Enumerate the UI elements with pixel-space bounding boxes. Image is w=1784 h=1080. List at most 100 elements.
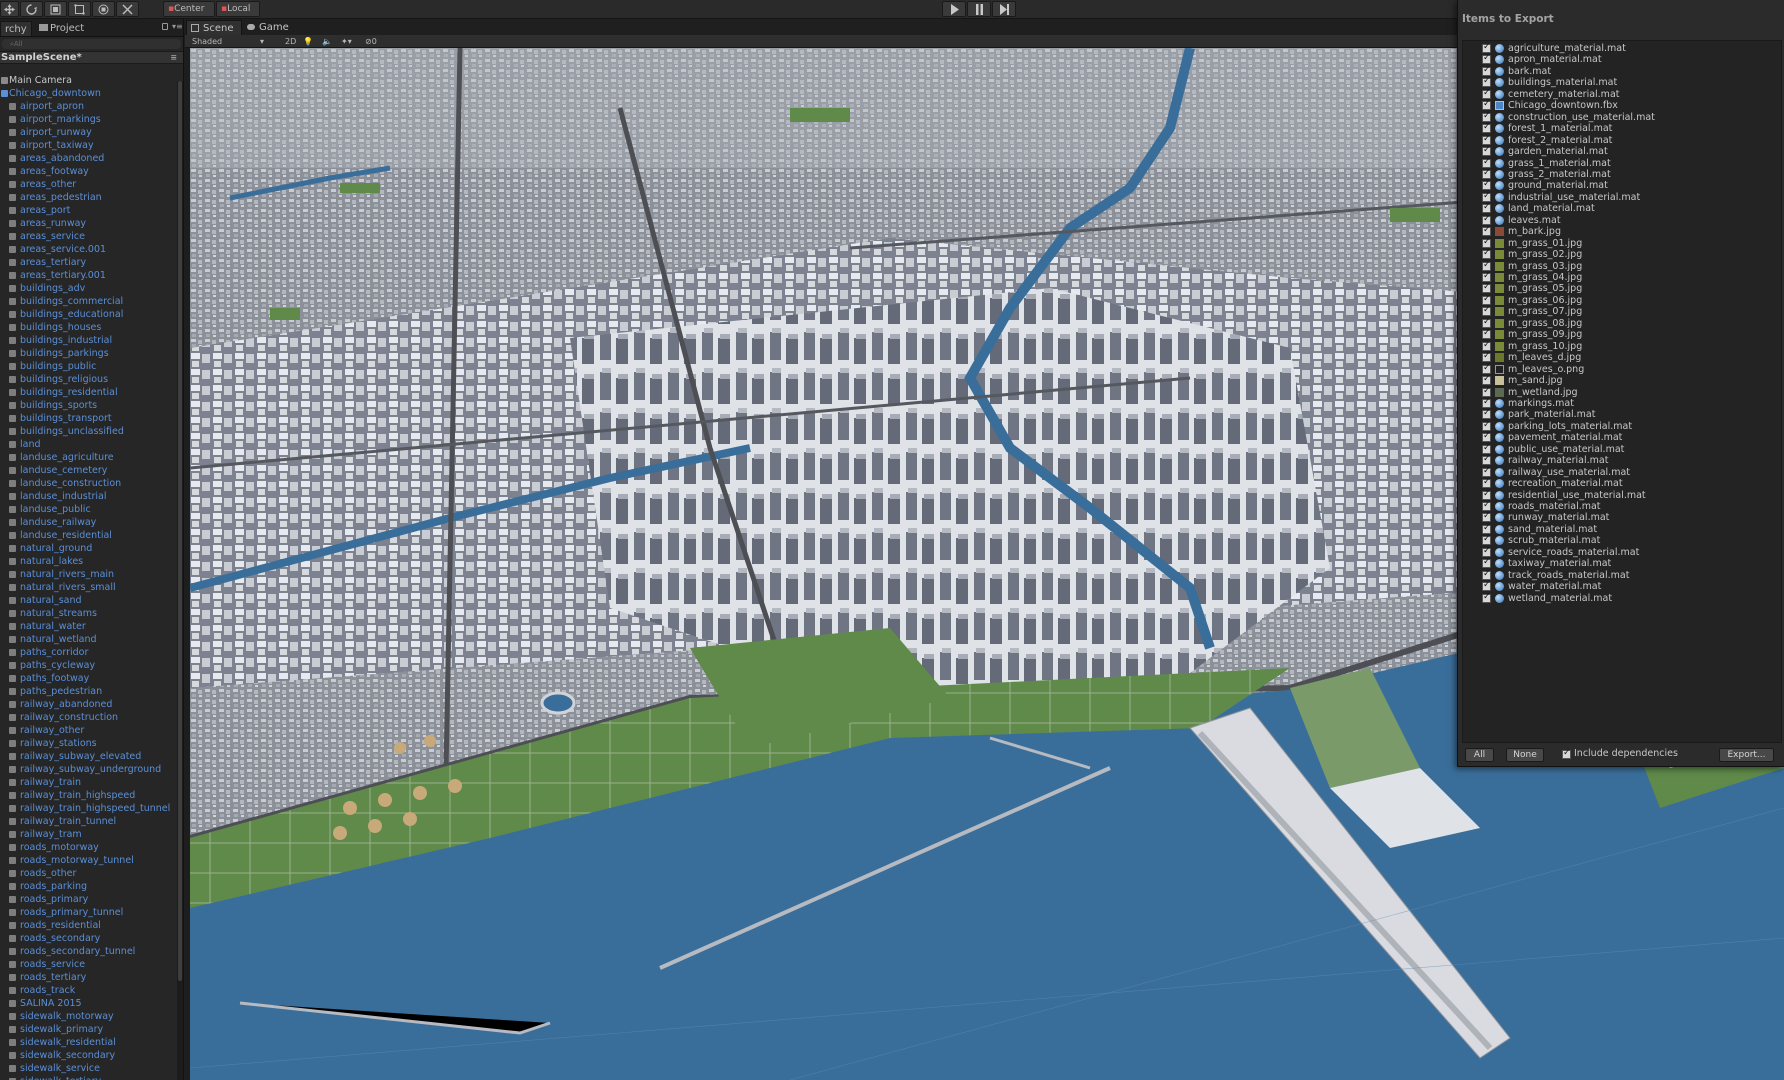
hierarchy-item[interactable]: buildings_religious [0,373,178,386]
scale-tool-button[interactable] [44,1,67,17]
hierarchy-item[interactable]: roads_secondary [0,932,178,945]
hierarchy-item[interactable]: buildings_public [0,360,178,373]
export-item-checkbox[interactable] [1482,420,1491,431]
export-item-checkbox[interactable] [1482,592,1491,603]
hierarchy-item[interactable]: railway_other [0,724,178,737]
hierarchy-item[interactable]: landuse_construction [0,477,178,490]
tab-game[interactable]: Game [243,20,293,35]
export-item-checkbox[interactable] [1482,248,1491,260]
include-dependencies-checkbox[interactable] [1562,748,1571,759]
export-item-checkbox[interactable] [1482,111,1491,122]
export-item-checkbox[interactable] [1482,225,1491,237]
hierarchy-item[interactable]: landuse_railway [0,516,178,529]
hierarchy-item[interactable]: airport_taxiway [0,139,178,152]
export-item-checkbox[interactable] [1482,431,1491,443]
hierarchy-item[interactable]: sidewalk_service [0,1062,178,1075]
export-item-checkbox[interactable] [1482,340,1491,351]
export-item-checkbox[interactable] [1482,477,1491,489]
export-item-checkbox[interactable] [1482,523,1491,534]
hierarchy-item[interactable]: buildings_transport [0,412,178,425]
hierarchy-item-main-camera[interactable]: Main Camera [0,74,178,87]
audio-toggle-icon[interactable]: 🔈 [322,36,332,47]
hierarchy-item[interactable]: landuse_cemetery [0,464,178,477]
hierarchy-search-input[interactable]: ⌕All [2,39,181,49]
select-none-button[interactable]: None [1506,748,1544,762]
hierarchy-item[interactable]: railway_train_tunnel [0,815,178,828]
export-item-checkbox[interactable] [1482,546,1491,557]
export-item-checkbox[interactable] [1482,145,1491,157]
hierarchy-item[interactable]: roads_parking [0,880,178,893]
export-item-checkbox[interactable] [1482,76,1491,88]
hierarchy-item[interactable]: railway_train [0,776,178,789]
hierarchy-item[interactable]: areas_runway [0,217,178,230]
step-button[interactable] [992,1,1016,17]
hierarchy-item[interactable]: landuse_industrial [0,490,178,503]
pivot-center-button[interactable]: ▪Center [163,1,215,17]
hierarchy-item[interactable]: paths_cycleway [0,659,178,672]
export-item-checkbox[interactable] [1482,294,1491,305]
hierarchy-item[interactable]: roads_motorway [0,841,178,854]
hierarchy-item[interactable]: buildings_sports [0,399,178,412]
hierarchy-item[interactable]: roads_primary [0,893,178,906]
hierarchy-item[interactable]: natural_sand [0,594,178,607]
hierarchy-item[interactable]: natural_wetland [0,633,178,646]
export-button[interactable]: Export... [1719,748,1774,762]
tab-hierarchy[interactable]: rchy [0,21,32,36]
export-item-checkbox[interactable] [1482,569,1491,580]
export-item-checkbox[interactable] [1482,282,1491,294]
export-item-checkbox[interactable] [1482,466,1491,477]
export-item-checkbox[interactable] [1482,134,1491,145]
select-all-button[interactable]: All [1465,748,1494,762]
export-item-checkbox[interactable] [1482,534,1491,546]
export-item-checkbox[interactable] [1482,351,1491,363]
hierarchy-item[interactable]: roads_tertiary [0,971,178,984]
export-item-checkbox[interactable] [1482,122,1491,134]
export-item-checkbox[interactable] [1482,179,1491,191]
export-item-row[interactable]: wetland_material.mat [1463,592,1781,605]
export-item-checkbox[interactable] [1482,237,1491,248]
scene-menu-icon[interactable]: ≡ [170,52,177,64]
pivot-local-button[interactable]: ▪Local [216,1,260,17]
export-item-checkbox[interactable] [1482,374,1491,386]
hierarchy-item[interactable]: buildings_educational [0,308,178,321]
hierarchy-item[interactable]: roads_service [0,958,178,971]
hierarchy-item[interactable]: areas_tertiary.001 [0,269,178,282]
export-item-checkbox[interactable] [1482,557,1491,569]
hierarchy-item[interactable]: areas_pedestrian [0,191,178,204]
hierarchy-scrollbar[interactable] [177,81,183,1080]
export-item-checkbox[interactable] [1482,363,1491,374]
2d-toggle[interactable]: 2D [285,36,296,47]
hierarchy-item[interactable]: sidewalk_tertiary [0,1075,178,1080]
hierarchy-item[interactable]: natural_streams [0,607,178,620]
custom-tool-button[interactable] [116,1,139,17]
hierarchy-item[interactable]: railway_abandoned [0,698,178,711]
hierarchy-item[interactable]: buildings_residential [0,386,178,399]
hierarchy-item[interactable]: railway_subway_elevated [0,750,178,763]
export-item-checkbox[interactable] [1482,454,1491,466]
hierarchy-item-chicago-downtown[interactable]: Chicago_downtown [0,87,178,100]
hierarchy-item[interactable]: SALINA 2015 [0,997,178,1010]
export-item-checkbox[interactable] [1482,271,1491,282]
export-item-checkbox[interactable] [1482,328,1491,340]
hierarchy-item[interactable]: sidewalk_residential [0,1036,178,1049]
move-tool-button[interactable] [0,1,19,17]
export-item-checkbox[interactable] [1482,88,1491,99]
hierarchy-item[interactable]: railway_subway_underground [0,763,178,776]
hierarchy-item[interactable]: areas_other [0,178,178,191]
hierarchy-item[interactable]: landuse_residential [0,529,178,542]
export-item-checkbox[interactable] [1482,260,1491,271]
hierarchy-item[interactable]: areas_port [0,204,178,217]
lock-icon[interactable] [162,23,168,30]
hierarchy-item[interactable]: buildings_houses [0,321,178,334]
export-item-checkbox[interactable] [1482,305,1491,317]
hierarchy-item[interactable]: roads_motorway_tunnel [0,854,178,867]
export-item-checkbox[interactable] [1482,99,1491,111]
hierarchy-item[interactable]: landuse_public [0,503,178,516]
hierarchy-item[interactable]: airport_runway [0,126,178,139]
hierarchy-item[interactable]: roads_secondary_tunnel [0,945,178,958]
export-item-checkbox[interactable] [1482,317,1491,328]
export-item-checkbox[interactable] [1482,191,1491,202]
hierarchy-item[interactable]: roads_primary_tunnel [0,906,178,919]
export-item-checkbox[interactable] [1482,443,1491,454]
hierarchy-item[interactable]: sidewalk_secondary [0,1049,178,1062]
